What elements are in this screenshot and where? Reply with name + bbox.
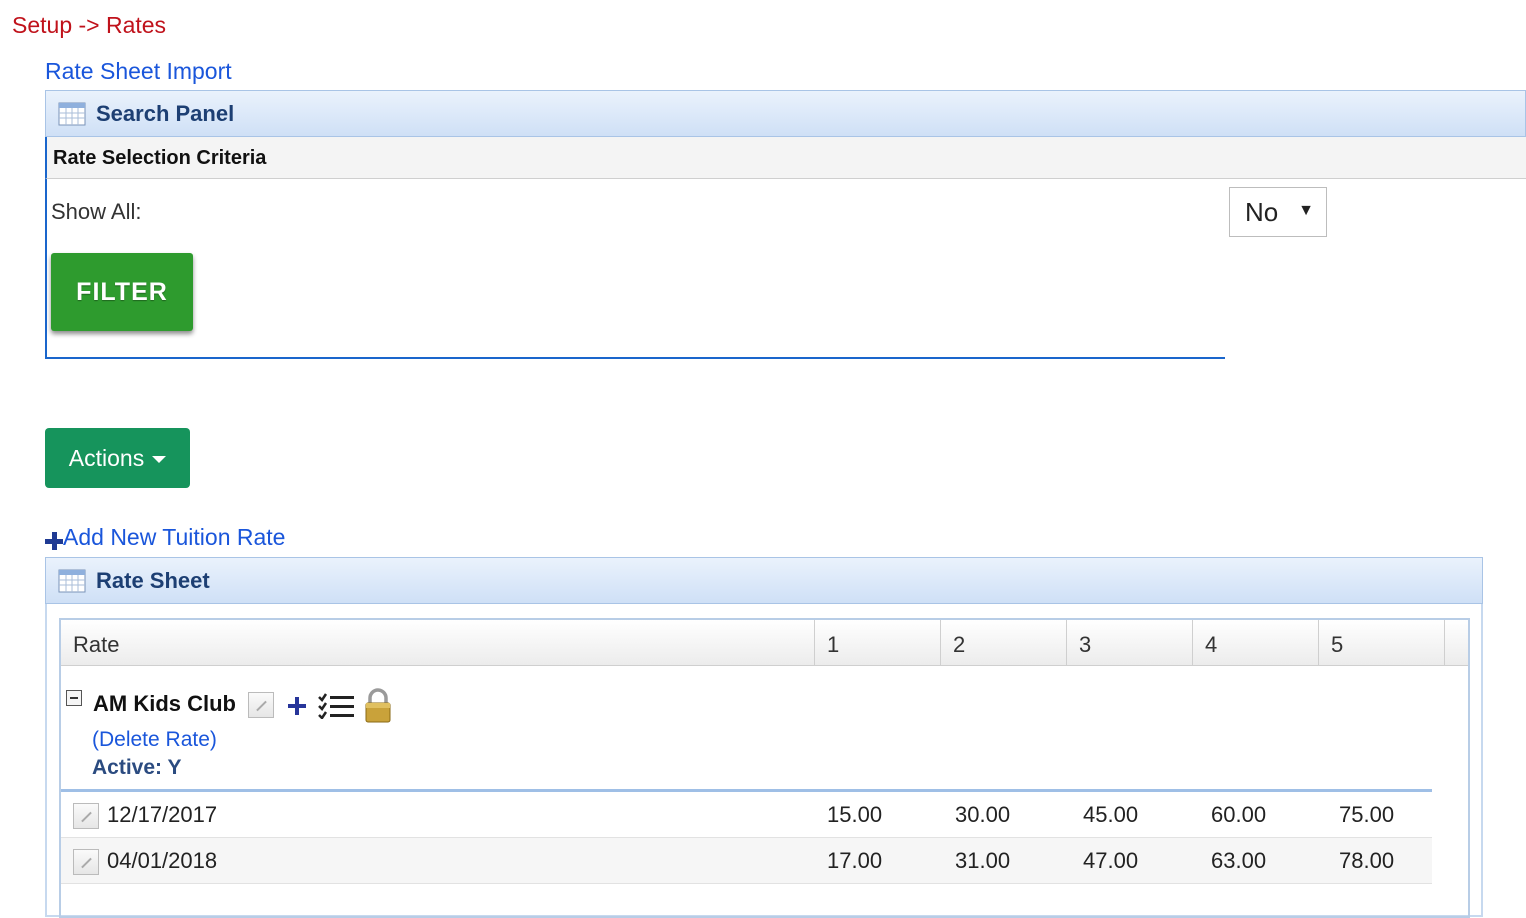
show-all-select-value: No — [1245, 197, 1279, 227]
actions-dropdown-button[interactable]: Actions — [45, 428, 190, 488]
rate-cell: 31.00 — [955, 848, 1011, 873]
breadcrumb: Setup -> Rates — [12, 12, 167, 38]
rate-cell: 30.00 — [955, 802, 1011, 827]
search-panel-title: Search Panel — [96, 100, 235, 126]
table-row[interactable]: 12/17/2017 15.00 30.00 45.00 60.00 75.00 — [61, 792, 1432, 838]
table-grid-icon — [58, 569, 86, 592]
rate-sheet-import-link[interactable]: Rate Sheet Import — [45, 58, 232, 85]
rate-cell: 15.00 — [827, 802, 883, 827]
rate-cell: 17.00 — [827, 848, 883, 873]
add-rate-label: Add New Tuition Rate — [63, 524, 286, 550]
rate-cell: 45.00 — [1083, 802, 1139, 827]
plus-icon — [45, 531, 63, 550]
lock-icon[interactable] — [363, 688, 393, 724]
column-header-1[interactable]: 1 — [815, 620, 941, 665]
effective-date: 12/17/2017 — [107, 802, 218, 827]
column-header-4[interactable]: 4 — [1193, 620, 1319, 665]
edit-icon[interactable] — [73, 849, 99, 875]
table-grid-icon — [58, 102, 86, 125]
delete-rate-link[interactable]: (Delete Rate) — [92, 728, 217, 752]
edit-icon[interactable] — [73, 803, 99, 829]
rate-cell: 78.00 — [1339, 848, 1395, 873]
search-panel-header: Search Panel — [45, 90, 1526, 137]
filter-button[interactable]: FILTER — [51, 253, 193, 331]
show-all-select[interactable]: No ▼ — [1229, 187, 1327, 237]
rate-group-name: AM Kids Club — [93, 691, 236, 716]
rate-sheet-title: Rate Sheet — [96, 567, 210, 593]
rate-cell: 75.00 — [1339, 802, 1395, 827]
checklist-icon[interactable] — [318, 693, 356, 719]
caret-down-icon — [152, 456, 167, 463]
collapse-icon[interactable] — [66, 690, 82, 706]
column-header-2[interactable]: 2 — [941, 620, 1067, 665]
table-row[interactable]: 04/01/2018 17.00 31.00 47.00 63.00 78.00 — [61, 838, 1432, 884]
add-icon[interactable] — [288, 697, 306, 715]
rate-cell: 60.00 — [1211, 802, 1267, 827]
dropdown-arrow-icon: ▼ — [1298, 202, 1314, 219]
active-status: Active: Y — [92, 756, 182, 779]
criteria-header: Rate Selection Criteria — [45, 137, 1526, 179]
column-header-3[interactable]: 3 — [1067, 620, 1193, 665]
search-panel-body — [45, 179, 1225, 359]
effective-date: 04/01/2018 — [107, 848, 218, 873]
rate-cell: 47.00 — [1083, 848, 1139, 873]
edit-icon[interactable] — [248, 692, 274, 718]
column-header-rate[interactable]: Rate — [61, 620, 815, 665]
rate-table-header: Rate 1 2 3 4 5 — [61, 620, 1468, 666]
column-header-5[interactable]: 5 — [1319, 620, 1445, 665]
show-all-label: Show All: — [51, 199, 142, 224]
rate-cell: 63.00 — [1211, 848, 1267, 873]
actions-button-label: Actions — [68, 444, 145, 471]
add-new-tuition-rate-link[interactable]: Add New Tuition Rate — [45, 524, 285, 551]
criteria-title: Rate Selection Criteria — [53, 147, 267, 169]
rate-sheet-header: Rate Sheet — [45, 557, 1483, 604]
